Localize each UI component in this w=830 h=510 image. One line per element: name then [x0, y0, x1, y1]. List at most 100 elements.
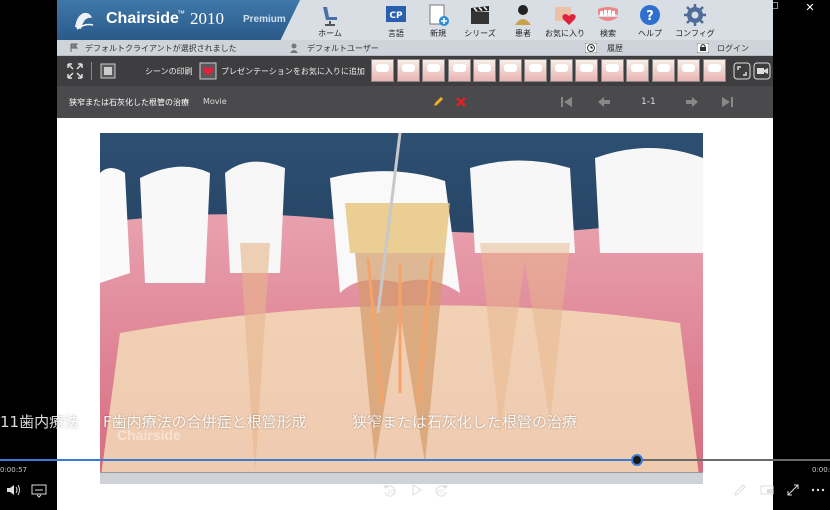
status-bar: デフォルトクライアントが選択されました デフォルトユーザー 履歴 ログイン: [57, 40, 773, 56]
history-link[interactable]: 履歴: [607, 43, 623, 54]
camera-icon[interactable]: [753, 62, 771, 80]
draw-pen-icon[interactable]: [732, 482, 748, 498]
login-link[interactable]: ログイン: [717, 43, 749, 54]
scene-nav-bar: 狭窄または石灰化した根管の治療 Movie 1-1: [57, 86, 773, 118]
app-trademark: ™: [177, 9, 185, 18]
tooth-thumbnail-icon: [631, 64, 644, 72]
window-close-button[interactable]: ✕: [800, 1, 820, 15]
skip-back-seconds: 10: [387, 489, 395, 496]
favorites-heart-icon: [555, 7, 576, 25]
favorite-heart-icon[interactable]: [199, 62, 217, 80]
new-document-icon: [429, 4, 449, 26]
scene-thumbnail[interactable]: [651, 59, 675, 82]
scene-thumbnail[interactable]: [575, 59, 598, 82]
fit-screen-icon[interactable]: [66, 62, 84, 80]
user-status[interactable]: デフォルトユーザー: [307, 43, 379, 54]
tooth-thumbnail-icon: [554, 64, 568, 72]
lock-icon[interactable]: [697, 43, 709, 53]
help-label: ヘルプ: [638, 29, 662, 38]
tooth-thumbnail-icon: [478, 64, 491, 72]
chairside-logo-icon: [75, 12, 94, 30]
user-icon: [290, 43, 298, 53]
tooth-thumbnail-icon: [452, 64, 466, 72]
previous-page-icon[interactable]: [597, 95, 611, 109]
caption-part-3: 狭窄または石灰化した根管の治療: [352, 413, 578, 431]
scene-thumbnail[interactable]: [677, 59, 700, 82]
last-page-icon[interactable]: [720, 95, 734, 109]
skip-forward-seconds: 30: [436, 489, 444, 496]
language-badge: CP: [389, 11, 403, 21]
fullscreen-icon[interactable]: [785, 482, 801, 498]
subtitles-icon[interactable]: [31, 482, 47, 498]
seek-bar[interactable]: [0, 454, 830, 466]
patient-icon: [515, 5, 531, 25]
tooth-thumbnail-icon: [580, 64, 593, 72]
scene-thumbnail[interactable]: [549, 59, 573, 82]
page-indicator: 1-1: [641, 97, 656, 107]
tooth-thumbnail-icon: [707, 64, 721, 72]
tooth-thumbnail-icon: [656, 64, 670, 72]
current-time: 0:00:57: [0, 466, 27, 474]
svg-text:?: ?: [646, 9, 654, 24]
tooth-thumbnail-icon: [376, 64, 389, 72]
tooth-thumbnail-icon: [401, 64, 415, 72]
scene-thumbnail[interactable]: [447, 59, 471, 82]
media-player: — □ ✕ Chairside ™ 2010 Premium ホーム CP 言語: [0, 0, 830, 510]
flag-icon: [70, 43, 79, 52]
tooth-thumbnail-icon: [682, 64, 695, 72]
scene-thumbnail[interactable]: [371, 59, 394, 82]
first-page-icon[interactable]: [560, 95, 574, 109]
scene-thumbnail[interactable]: [396, 59, 420, 82]
search-teeth-icon: [598, 7, 618, 21]
home-label: ホーム: [318, 29, 342, 38]
main-toolbar: Chairside ™ 2010 Premium ホーム CP 言語 新規 シリ…: [57, 0, 773, 40]
print-scene-icon[interactable]: [99, 62, 117, 80]
scene-thumbnail[interactable]: [626, 59, 649, 82]
config-gear-icon: [684, 4, 706, 26]
toolbar-divider: [91, 62, 92, 80]
scene-type: Movie: [203, 97, 227, 106]
scene-toolbar: シーンの印刷 プレゼンテーションをお気に入りに追加: [57, 56, 773, 86]
delete-x-icon[interactable]: [454, 95, 468, 109]
skip-back-icon[interactable]: 10: [382, 482, 398, 498]
help-button[interactable]: ? ヘルプ: [625, 3, 675, 39]
edit-pencil-icon[interactable]: [431, 95, 445, 109]
skip-forward-icon[interactable]: 30: [433, 482, 449, 498]
total-time: 0:00:1: [812, 466, 830, 474]
client-status: デフォルトクライアントが選択されました: [85, 44, 237, 53]
scene-thumbnail[interactable]: [702, 59, 726, 82]
scene-thumbnail[interactable]: [524, 59, 547, 82]
home-button[interactable]: ホーム: [305, 3, 355, 39]
volume-icon[interactable]: [5, 482, 21, 498]
seek-progress: [0, 459, 638, 461]
app-name: Chairside: [106, 10, 179, 27]
chairside-watermark: Chairside: [117, 427, 181, 443]
expand-icon[interactable]: [733, 62, 751, 80]
history-clock-icon[interactable]: [585, 43, 597, 53]
help-icon: ?: [640, 5, 660, 25]
film-clapper-icon: [471, 6, 489, 24]
scene-thumbnail[interactable]: [600, 59, 624, 82]
language-flag-icon: CP: [386, 6, 406, 22]
print-scene-button[interactable]: シーンの印刷: [145, 66, 193, 77]
mini-player-icon[interactable]: [759, 482, 775, 498]
scene-thumbnail[interactable]: [473, 59, 496, 82]
add-favorite-button[interactable]: プレゼンテーションをお気に入りに追加: [221, 66, 365, 77]
app-edition: Premium: [243, 14, 286, 25]
more-options-icon[interactable]: [810, 482, 826, 498]
scene-thumbnail[interactable]: [498, 59, 522, 82]
next-page-icon[interactable]: [685, 95, 699, 109]
tooth-thumbnail-icon: [605, 64, 619, 72]
caption-part-1: 11歯内療法: [0, 413, 80, 431]
app-year: 2010: [190, 9, 224, 28]
tooth-thumbnail-icon: [529, 64, 542, 72]
video-scrub-bar[interactable]: [100, 472, 703, 484]
app-brand: Chairside ™ 2010 Premium: [57, 0, 300, 40]
play-icon[interactable]: [408, 482, 424, 498]
tooth-thumbnail-icon: [427, 64, 440, 72]
config-button[interactable]: コンフィグ: [670, 3, 720, 39]
scene-thumbnail[interactable]: [422, 59, 445, 82]
tooth-thumbnail-icon: [503, 64, 517, 72]
scene-title: 狭窄または石灰化した根管の治療: [69, 98, 189, 107]
dental-chair-icon: [323, 7, 337, 26]
